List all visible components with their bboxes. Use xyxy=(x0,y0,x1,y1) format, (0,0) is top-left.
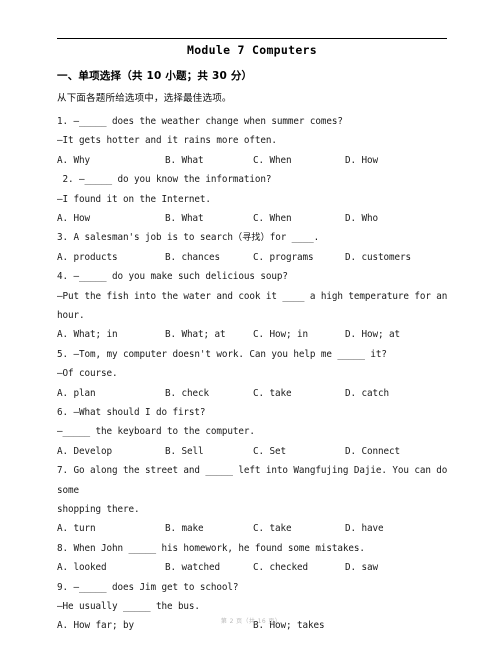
answer-option[interactable]: C. checked xyxy=(253,558,308,577)
question-text-line: —It gets hotter and it rains more often. xyxy=(57,135,277,147)
answer-option[interactable]: A. products xyxy=(57,248,118,267)
answer-option[interactable]: B. watched xyxy=(165,558,220,577)
answer-option[interactable]: D. have xyxy=(345,519,384,538)
answer-option[interactable]: A. What; in xyxy=(57,325,118,344)
question-text-line: 6. —What should I do first? xyxy=(57,407,206,419)
answer-option[interactable]: A. How xyxy=(57,209,90,228)
answer-option[interactable]: A. turn xyxy=(57,519,96,538)
question-text-line: —Put the fish into the water and cook it… xyxy=(57,290,453,322)
header-divider xyxy=(57,38,447,39)
question-block: 1. —_____ does the weather change when s… xyxy=(57,112,449,170)
answer-option[interactable]: B. Sell xyxy=(165,442,204,461)
answer-option[interactable]: A. Develop xyxy=(57,442,112,461)
question-list: 1. —_____ does the weather change when s… xyxy=(57,112,449,636)
question-text-line: —_____ the keyboard to the computer. xyxy=(57,426,255,438)
question-block: 5. —Tom, my computer doesn't work. Can y… xyxy=(57,345,449,403)
question-block: 3. A salesman's job is to search（寻找）for … xyxy=(57,228,449,267)
answer-option[interactable]: A. Why xyxy=(57,151,90,170)
question-block: 4. —_____ do you make such delicious sou… xyxy=(57,267,449,345)
answer-option[interactable]: C. programs xyxy=(253,248,314,267)
option-row: A. Develop B. Sell C. Set D. Connect xyxy=(57,442,449,461)
question-block: 9. —_____ does Jim get to school? —He usu… xyxy=(57,578,449,636)
section-heading: 一、单项选择（共 10 小题；共 30 分） xyxy=(57,70,253,82)
question-text-line: 8. When John _____ his homework, he foun… xyxy=(57,542,365,554)
answer-option[interactable]: C. take xyxy=(253,384,292,403)
question-text-line: 1. —_____ does the weather change when s… xyxy=(57,116,343,127)
option-row: A. turn B. make C. take D. have xyxy=(57,519,449,538)
question-block: 8. When John _____ his homework, he foun… xyxy=(57,539,449,578)
question-text-line: 5. —Tom, my computer doesn't work. Can y… xyxy=(57,348,387,360)
option-row: A. What; in B. What; at C. How; in D. How; … xyxy=(57,325,449,344)
answer-option[interactable]: B. check xyxy=(165,384,209,403)
option-row: A. How B. What C. When D. Who xyxy=(57,209,449,228)
question-text-line: 4. —_____ do you make such delicious sou… xyxy=(57,271,288,283)
answer-option[interactable]: C. Set xyxy=(253,442,286,461)
option-row: A. looked B. watched C. checked D. saw xyxy=(57,558,449,577)
question-block: 7. Go along the street and _____ left in… xyxy=(57,461,449,539)
document-body: 一、单项选择（共 10 小题；共 30 分） 从下面各题所给选项中，选择最佳选项… xyxy=(57,68,449,636)
answer-option[interactable]: D. catch xyxy=(345,384,389,403)
question-text-line: 9. —_____ does Jim get to school? xyxy=(57,581,239,593)
answer-option[interactable]: C. When xyxy=(253,209,292,228)
page-title: Module 7 Computers xyxy=(186,43,318,57)
question-text-line: 2. —_____ do you know the information? xyxy=(57,174,272,186)
answer-option[interactable]: D. Who xyxy=(345,209,378,228)
question-text-line: —I found it on the Internet. xyxy=(57,193,211,205)
answer-option[interactable]: D. How xyxy=(345,151,378,170)
answer-option[interactable]: C. How; in xyxy=(253,325,308,344)
answer-option[interactable]: D. Connect xyxy=(345,442,400,461)
option-row: A. Why B. What C. When D. How xyxy=(57,151,449,170)
answer-option[interactable]: A. looked xyxy=(57,558,107,577)
answer-option[interactable]: C. When xyxy=(253,151,292,170)
answer-option[interactable]: B. What xyxy=(165,151,204,170)
answer-option[interactable]: C. take xyxy=(253,519,292,538)
page-footer: 第 2 页（共 16 页） xyxy=(220,618,282,625)
question-text-line: shopping there. xyxy=(57,504,140,516)
question-text-line: —He usually _____ the bus. xyxy=(57,601,200,613)
question-block: 6. —What should I do first? —_____ the ke… xyxy=(57,403,449,461)
answer-option[interactable]: D. saw xyxy=(345,558,378,577)
question-text-line: 7. Go along the street and _____ left in… xyxy=(57,465,453,496)
option-row: A. plan B. check C. take D. catch xyxy=(57,384,449,403)
question-text-line: 3. A salesman's job is to search（寻找）for … xyxy=(57,232,320,244)
answer-option[interactable]: B. What xyxy=(165,209,204,228)
question-text-line: —Of course. xyxy=(57,368,118,380)
answer-option[interactable]: D. customers xyxy=(345,248,411,267)
option-row: A. products B. chances C. programs D. custo… xyxy=(57,248,449,267)
document-page: Module 7 Computers 一、单项选择（共 10 小题；共 30 分… xyxy=(0,0,502,649)
question-block: 2. —_____ do you know the information? —I… xyxy=(57,170,449,228)
answer-option[interactable]: B. chances xyxy=(165,248,220,267)
answer-option[interactable]: D. How; at xyxy=(345,325,400,344)
section-instruction: 从下面各题所给选项中，选择最佳选项。 xyxy=(57,93,232,104)
answer-option[interactable]: B. make xyxy=(165,519,204,538)
answer-option[interactable]: A. plan xyxy=(57,384,96,403)
answer-option[interactable]: B. What; at xyxy=(165,325,226,344)
